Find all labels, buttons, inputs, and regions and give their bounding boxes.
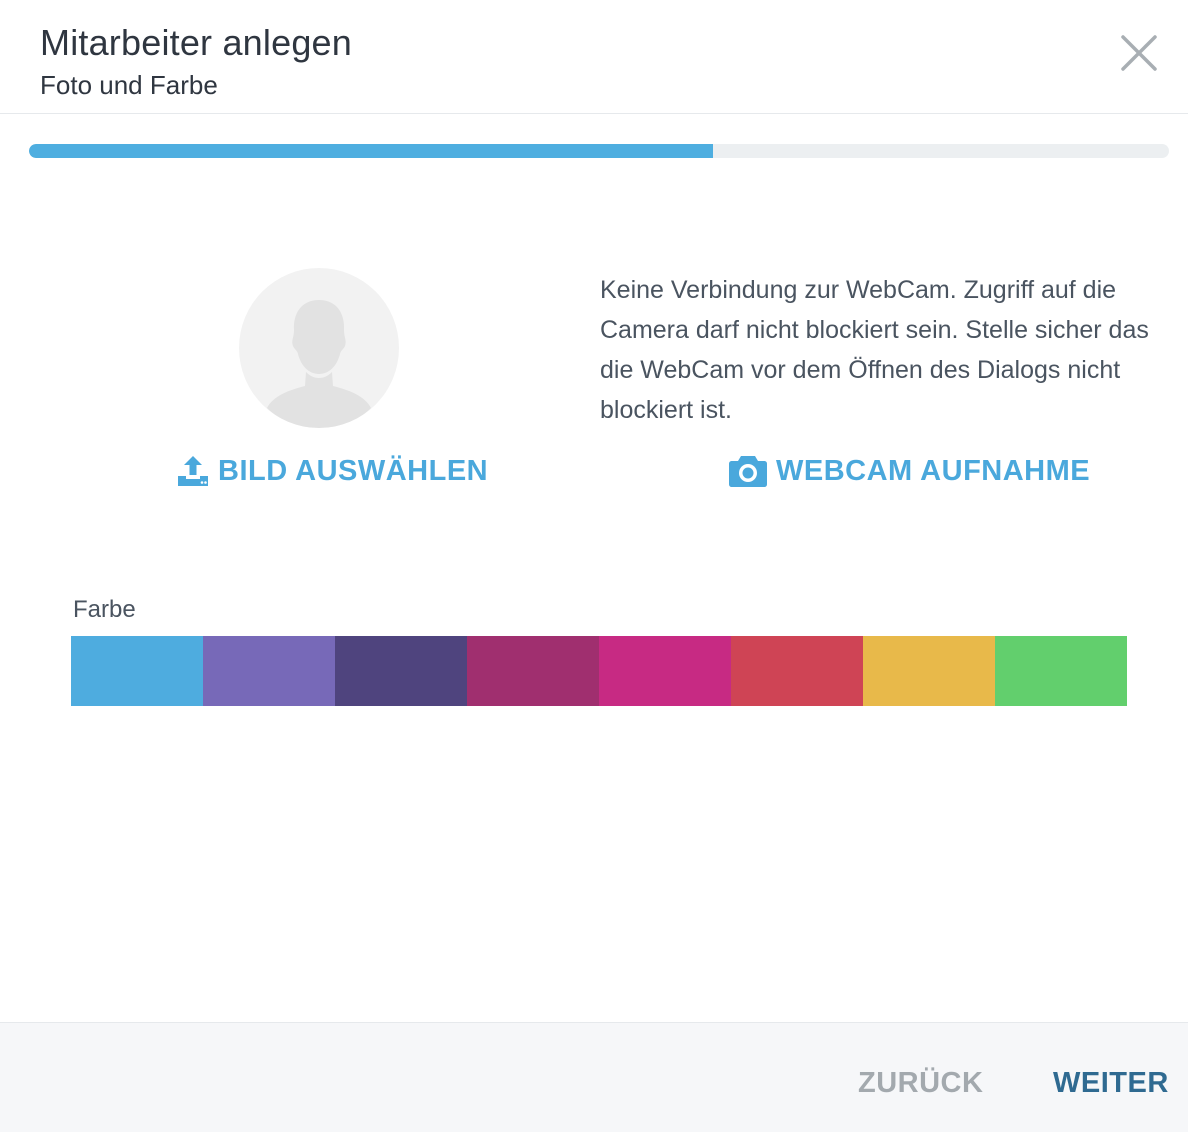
color-swatch-3[interactable]	[335, 636, 467, 706]
dialog-subtitle: Foto und Farbe	[40, 70, 218, 100]
webcam-error-message: Keine Verbindung zur WebCam. Zugriff auf…	[600, 276, 1149, 424]
back-button[interactable]: ZURÜCK	[858, 1067, 983, 1100]
color-picker	[71, 636, 1127, 706]
webcam-capture-label: WEBCAM AUFNAHME	[776, 454, 1091, 487]
person-silhouette-icon	[267, 300, 371, 428]
dialog-footer: ZURÜCK WEITER	[0, 1022, 1188, 1132]
webcam-capture-button[interactable]: WEBCAM AUFNAHME	[728, 454, 1090, 488]
upload-icon	[178, 456, 208, 486]
color-swatch-1[interactable]	[71, 636, 203, 706]
color-swatch-7[interactable]	[863, 636, 995, 706]
close-button[interactable]	[1118, 32, 1160, 74]
color-swatch-4[interactable]	[467, 636, 599, 706]
close-icon	[1121, 35, 1157, 71]
color-swatch-6[interactable]	[731, 636, 863, 706]
progress-fill	[29, 144, 713, 158]
color-swatch-5[interactable]	[599, 636, 731, 706]
dialog-header: Mitarbeiter anlegen Foto und Farbe	[0, 0, 1188, 114]
avatar-placeholder	[239, 268, 399, 428]
camera-icon	[729, 456, 767, 487]
color-swatch-2[interactable]	[203, 636, 335, 706]
create-employee-dialog: Mitarbeiter anlegen Foto und Farbe Keine…	[0, 0, 1188, 1132]
dialog-title: Mitarbeiter anlegen	[40, 22, 352, 63]
progress-bar	[29, 144, 1169, 158]
select-image-button[interactable]: BILD AUSWÄHLEN	[176, 454, 488, 488]
color-label: Farbe	[73, 596, 136, 623]
select-image-label: BILD AUSWÄHLEN	[218, 454, 489, 487]
next-button[interactable]: WEITER	[1053, 1067, 1169, 1100]
color-swatch-8[interactable]	[995, 636, 1127, 706]
